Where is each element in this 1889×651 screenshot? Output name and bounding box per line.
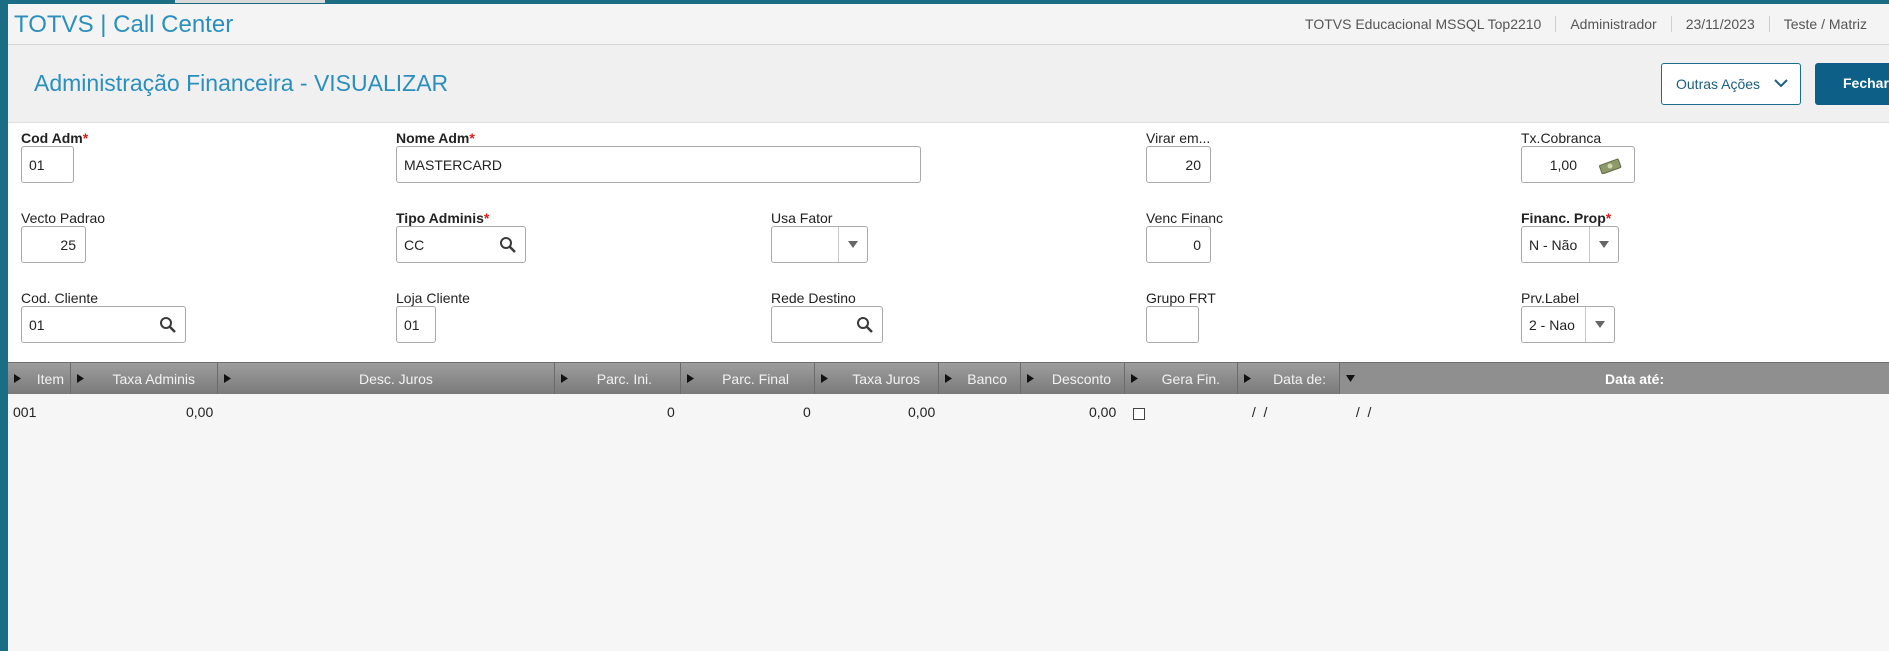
column-header-parc-final[interactable]: Parc. Final [681,363,815,394]
search-icon[interactable] [159,316,177,337]
cell-data-ate: / / [1352,404,1372,420]
nome-adm-field[interactable]: MASTERCARD [396,146,921,183]
required-mark: * [483,210,490,226]
grid-body [8,394,1889,651]
rede-destino-field[interactable] [771,306,883,343]
date-label: 23/11/2023 [1670,16,1769,32]
page-title: Administração Financeira - VISUALIZAR [34,70,449,96]
usa-fator-select[interactable] [771,226,868,263]
cell-parc-ini: 0 [667,404,675,420]
dropdown-toggle[interactable] [1589,227,1618,262]
close-button[interactable]: Fechar [1815,63,1889,105]
cod-adm-label: Cod Adm* [21,130,89,146]
window-left-border [0,0,8,651]
venc-financ-label: Venc Financ [1146,210,1224,226]
column-header-banco[interactable]: Banco [939,363,1021,394]
cod-cliente-label: Cod. Cliente [21,290,99,306]
nome-adm-label: Nome Adm* [396,130,475,146]
sort-arrow-icon [821,374,828,383]
sort-arrow-icon [1244,374,1251,383]
grupo-frt-label: Grupo FRT [1146,290,1216,306]
prv-label-select[interactable]: 2 - Nao [1521,306,1615,343]
search-icon[interactable] [499,236,517,257]
required-mark: * [469,130,475,146]
column-header-taxa-adminis[interactable]: Taxa Adminis [71,363,218,394]
environment-label: TOTVS Educacional MSSQL Top2210 [1305,16,1542,32]
tab-indicator [175,0,325,3]
venc-financ-field[interactable]: 0 [1146,226,1211,263]
cell-taxa-adminis: 0,00 [186,404,214,420]
close-label: Fechar [1843,75,1889,91]
grid-header: Item Taxa Adminis Desc. Juros Parc. Ini.… [8,362,1889,395]
cell-parc-final: 0 [803,404,811,420]
user-label: Administrador [1555,16,1670,32]
virar-em-field[interactable]: 20 [1146,146,1211,183]
prv-label-label: Prv.Label [1521,290,1580,306]
cell-data-de: / / [1248,404,1268,420]
tipo-adminis-field[interactable]: CC [396,226,526,263]
grupo-frt-field[interactable] [1146,306,1199,343]
money-icon[interactable] [1598,156,1624,177]
sort-arrow-icon [561,374,568,383]
sort-arrow-icon [687,374,694,383]
sort-arrow-icon [77,374,84,383]
vecto-padrao-label: Vecto Padrao [21,210,106,226]
column-header-data-de[interactable]: Data de: [1238,363,1340,394]
app-bar: TOTVS | Call Center TOTVS Educacional MS… [8,4,1889,45]
other-actions-label: Outras Ações [1676,76,1761,92]
branch-label: Teste / Matriz [1768,16,1881,32]
sort-arrow-icon [1027,374,1034,383]
sort-arrow-icon [945,374,952,383]
column-header-taxa-juros[interactable]: Taxa Juros [815,363,939,394]
sort-arrow-icon [14,374,21,383]
column-header-gera-fin[interactable]: Gera Fin. [1125,363,1238,394]
required-mark: * [1605,210,1612,226]
column-header-item[interactable]: Item [8,363,71,394]
vecto-padrao-field[interactable]: 25 [21,226,86,263]
tipo-adminis-label: Tipo Adminis* [396,210,490,226]
financ-prop-label: Financ. Prop* [1521,210,1612,226]
loja-cliente-field[interactable]: 01 [396,306,436,343]
sort-arrow-icon [224,374,231,383]
rede-destino-label: Rede Destino [771,290,856,306]
cell-item: 001 [13,404,37,420]
chevron-down-icon [1595,321,1605,328]
other-actions-button[interactable]: Outras Ações [1661,63,1801,105]
tx-cobranca-label: Tx.Cobranca [1521,130,1602,146]
app-title: TOTVS | Call Center [14,11,234,38]
tx-cobranca-field[interactable]: 1,00 [1521,146,1635,183]
cod-adm-field[interactable]: 01 [21,146,74,183]
gera-fin-checkbox[interactable] [1133,408,1145,420]
column-header-parc-ini[interactable]: Parc. Ini. [555,363,681,394]
page-header: Administração Financeira - VISUALIZAR Ou… [8,45,1889,123]
column-header-desconto[interactable]: Desconto [1021,363,1125,394]
column-header-desc-juros[interactable]: Desc. Juros [218,363,555,394]
sort-arrow-icon [1131,374,1138,383]
cell-taxa-juros: 0,00 [908,404,936,420]
required-mark: * [82,130,89,146]
column-header-data-ate[interactable]: Data até: [1340,363,1889,394]
usa-fator-label: Usa Fator [771,210,833,226]
sort-desc-icon [1346,375,1355,382]
chevron-down-icon [1772,74,1790,95]
cell-desconto: 0,00 [1089,404,1117,420]
dropdown-toggle[interactable] [838,227,867,262]
cod-cliente-field[interactable]: 01 [21,306,186,343]
chevron-down-icon [1599,241,1609,248]
status-bar: TOTVS Educacional MSSQL Top2210 Administ… [1291,16,1881,32]
loja-cliente-label: Loja Cliente [396,290,470,306]
dropdown-toggle[interactable] [1585,307,1614,342]
financ-prop-select[interactable]: N - Não [1521,226,1619,263]
virar-em-label: Virar em... [1146,130,1211,146]
chevron-down-icon [848,241,858,248]
search-icon[interactable] [856,316,874,337]
